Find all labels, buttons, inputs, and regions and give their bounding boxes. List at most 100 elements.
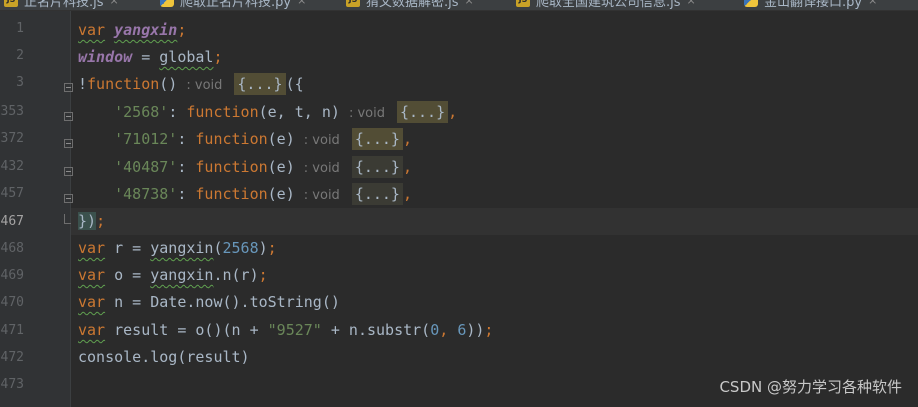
string-literal: '48738': [114, 185, 178, 203]
close-icon[interactable]: ×: [297, 0, 306, 7]
code-line-6[interactable]: '40487': function(e) : void {...},: [78, 154, 412, 181]
code-line-11[interactable]: var n = Date.now().toString(): [78, 289, 340, 316]
code-line-4[interactable]: '2568': function(e, t, n) : void {...},: [78, 99, 457, 126]
number-literal: 0: [430, 321, 440, 339]
code-text: + n.substr(: [321, 321, 431, 339]
punctuation: ({: [285, 75, 304, 93]
folded-region[interactable]: {...}: [351, 183, 403, 205]
editor-tab-2[interactable]: 爬取正名片科技.py ×: [160, 0, 306, 10]
tab-label: 爬取正名片科技.py: [180, 0, 292, 10]
punctuation: ,: [448, 103, 458, 121]
punctuation: ;: [258, 266, 268, 284]
identifier: window: [78, 48, 133, 66]
line-number: 473: [0, 377, 24, 392]
punctuation: ,: [402, 185, 412, 203]
folded-region[interactable]: {...}: [351, 128, 403, 150]
params: (e): [267, 185, 295, 203]
fold-toggle-icon[interactable]: [64, 112, 73, 121]
punctuation: :: [177, 185, 196, 203]
line-number: 1: [16, 21, 24, 36]
code-text: .n(r): [213, 266, 259, 284]
folded-region[interactable]: {...}: [234, 73, 286, 95]
string-literal: '71012': [114, 130, 178, 148]
fold-toggle-icon[interactable]: [64, 139, 73, 148]
type-hint: : void: [348, 106, 385, 121]
punctuation: ,: [439, 321, 458, 339]
js-file-icon: JS: [4, 0, 18, 7]
params: (e): [267, 158, 295, 176]
punctuation: ,: [402, 158, 412, 176]
punctuation: ;: [213, 48, 223, 66]
code-line-1[interactable]: var yangxin;: [78, 17, 186, 44]
code-text: n = Date.now().toString(): [105, 293, 340, 311]
type-hint: : void: [303, 133, 340, 148]
keyword: function: [195, 130, 268, 148]
punctuation: ;: [484, 321, 494, 339]
punctuation: }): [78, 212, 97, 230]
fold-toggle-icon[interactable]: [64, 167, 73, 176]
close-icon[interactable]: ×: [110, 0, 119, 7]
punctuation: :: [177, 158, 196, 176]
fold-toggle-icon[interactable]: [64, 194, 73, 203]
code-line-2[interactable]: window = global;: [78, 44, 223, 71]
editor-tab-1[interactable]: JS 正名片科技.js ×: [4, 0, 119, 10]
function-call: yangxin: [150, 266, 214, 284]
keyword: var: [78, 321, 106, 339]
punctuation: :: [177, 130, 196, 148]
js-file-icon: JS: [346, 0, 360, 7]
line-number: 372: [0, 131, 24, 146]
punctuation: ;: [96, 212, 106, 230]
keyword: var: [78, 266, 106, 284]
code-text: console.log(result): [78, 348, 250, 366]
folded-region[interactable]: {...}: [351, 156, 403, 178]
function-call: yangxin: [150, 239, 214, 257]
type-hint: : void: [186, 78, 223, 93]
current-line-highlight: [71, 208, 918, 235]
close-icon[interactable]: ×: [465, 0, 474, 7]
line-number: 469: [0, 268, 24, 283]
tab-label: 猜文数据解密.js: [366, 0, 459, 10]
editor-tab-5[interactable]: 金山翻译接口.py ×: [744, 0, 877, 10]
watermark: CSDN @努力学习各种软件: [719, 378, 902, 396]
code-line-13[interactable]: console.log(result): [78, 344, 250, 371]
keyword: var: [78, 239, 106, 257]
string-literal: '2568': [114, 103, 169, 121]
code-line-5[interactable]: '71012': function(e) : void {...},: [78, 126, 412, 153]
line-number: 471: [0, 323, 24, 338]
python-file-icon: [744, 0, 758, 7]
line-number: 3: [16, 75, 24, 90]
keyword: function: [195, 158, 268, 176]
code-line-10[interactable]: var o = yangxin.n(r);: [78, 262, 268, 289]
tab-label: 爬取全国建筑公司信息.js: [536, 0, 681, 10]
close-icon[interactable]: ×: [687, 0, 696, 7]
editor-tab-4[interactable]: JS 爬取全国建筑公司信息.js ×: [516, 0, 696, 10]
string-literal: '40487': [114, 158, 178, 176]
fold-toggle-icon[interactable]: [64, 83, 73, 92]
close-icon[interactable]: ×: [868, 0, 877, 7]
code-line-9[interactable]: var r = yangxin(2568);: [78, 235, 277, 262]
type-hint: : void: [303, 161, 340, 176]
line-number: 468: [0, 241, 24, 256]
identifier: yangxin: [114, 21, 178, 39]
code-line-7[interactable]: '48738': function(e) : void {...},: [78, 181, 412, 208]
code-line-8[interactable]: });: [78, 208, 105, 235]
line-number-gutter[interactable]: 1 2 3 353 372 432 457 467 468 469 470 47…: [0, 11, 73, 407]
line-number: 470: [0, 295, 24, 310]
code-line-3[interactable]: !function() : void {...}({: [78, 71, 304, 98]
editor-tab-3[interactable]: JS 猜文数据解密.js ×: [346, 0, 474, 10]
folded-region[interactable]: {...}: [396, 101, 449, 123]
editor-tab-bar: JS 正名片科技.js × 爬取正名片科技.py × JS 猜文数据解密.js …: [0, 0, 918, 11]
code-line-12[interactable]: var result = o()(n + "9527" + n.substr(0…: [78, 317, 493, 344]
keyword: function: [186, 103, 259, 121]
keyword: var: [78, 21, 106, 39]
line-number: 457: [0, 186, 24, 201]
keyword: function: [195, 185, 268, 203]
string-literal: "9527": [267, 321, 322, 339]
keyword: function: [87, 75, 160, 93]
punctuation: :: [168, 103, 187, 121]
python-file-icon: [160, 0, 174, 7]
code-text: r =: [105, 239, 151, 257]
params: (e): [267, 130, 295, 148]
type-hint: : void: [303, 188, 340, 203]
punctuation: ): [258, 239, 268, 257]
